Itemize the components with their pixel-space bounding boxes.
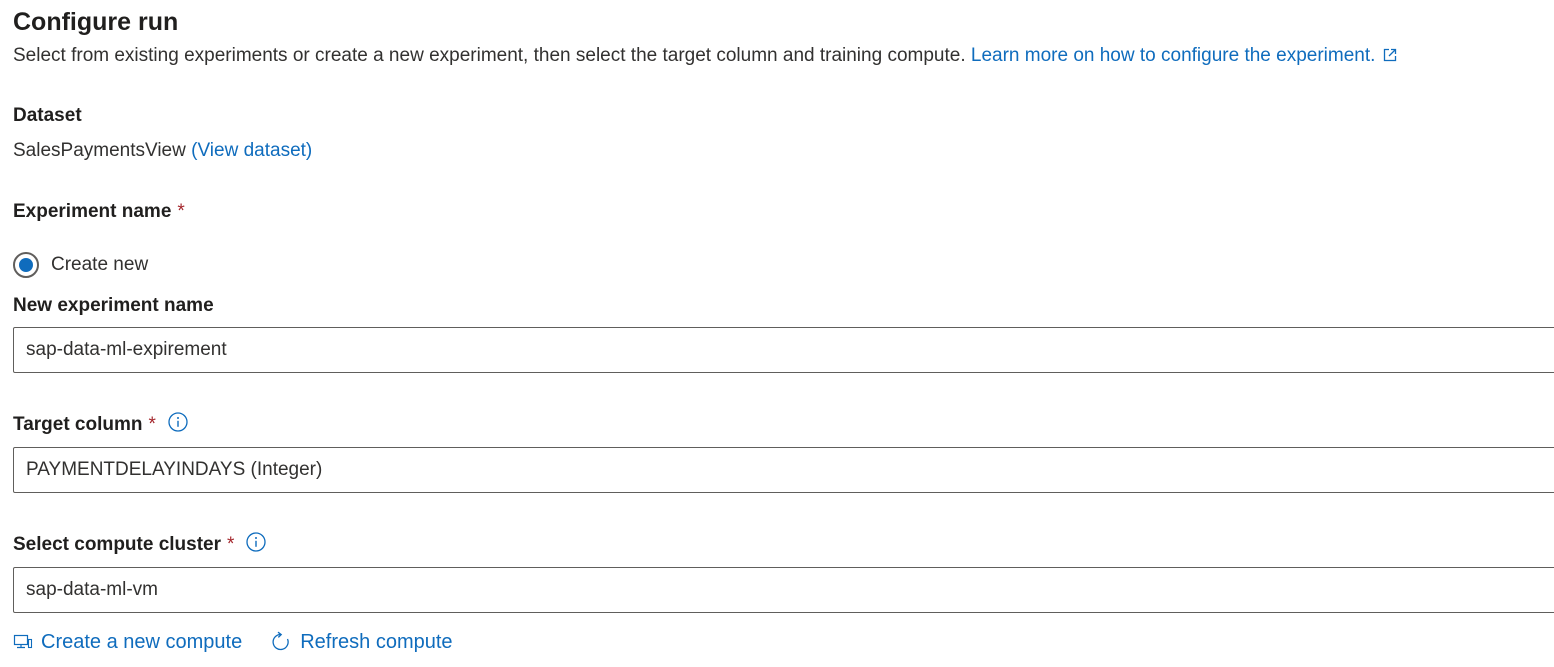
external-link-icon (1384, 48, 1397, 62)
description-text: Select from existing experiments or crea… (13, 45, 966, 66)
learn-more-link[interactable]: Learn more on how to configure the exper… (971, 45, 1398, 66)
experiment-name-label: Experiment name * (13, 201, 185, 223)
create-compute-label: Create a new compute (41, 630, 243, 653)
required-asterisk: * (227, 534, 235, 555)
dataset-label: Dataset (13, 105, 82, 126)
compute-cluster-label-text: Select compute cluster (13, 534, 222, 555)
computer-icon (13, 634, 33, 649)
configure-run-panel: Configure run Select from existing exper… (13, 0, 1554, 667)
experiment-name-label-text: Experiment name (13, 201, 172, 222)
page-title: Configure run (13, 8, 179, 36)
target-column-value: PAYMENTDELAYINDAYS (Integer) (26, 459, 323, 480)
create-compute-button[interactable]: Create a new compute (13, 631, 242, 654)
dataset-value: SalesPaymentsView (View dataset) (13, 140, 312, 162)
compute-cluster-value: sap-data-ml-vm (26, 579, 158, 600)
target-column-label: Target column * (13, 412, 188, 436)
compute-actions: Create a new compute Refresh compute (13, 627, 481, 657)
info-icon[interactable] (168, 412, 188, 432)
refresh-icon (272, 631, 289, 651)
page-description: Select from existing experiments or crea… (13, 45, 1397, 67)
new-experiment-name-input[interactable]: sap-data-ml-expirement (13, 327, 1554, 373)
new-experiment-name-label: New experiment name (13, 295, 214, 316)
radio-button[interactable] (13, 252, 39, 278)
create-new-radio-label: Create new (51, 254, 149, 275)
learn-more-link-text: Learn more on how to configure the exper… (970, 45, 1376, 66)
refresh-compute-button[interactable]: Refresh compute (270, 630, 453, 654)
compute-cluster-label: Select compute cluster * (13, 532, 267, 556)
required-asterisk: * (148, 414, 156, 435)
view-dataset-link[interactable]: (View dataset) (191, 140, 312, 161)
create-new-radio[interactable]: Create new (13, 249, 148, 281)
compute-cluster-dropdown[interactable]: sap-data-ml-vm (13, 567, 1554, 613)
dataset-name: SalesPaymentsView (13, 140, 186, 161)
radio-selected-dot (19, 258, 33, 272)
info-icon[interactable] (246, 532, 267, 552)
target-column-dropdown[interactable]: PAYMENTDELAYINDAYS (Integer) (13, 447, 1554, 493)
new-experiment-name-value: sap-data-ml-expirement (26, 339, 227, 360)
target-column-label-text: Target column (13, 414, 143, 435)
required-asterisk: * (177, 201, 185, 222)
refresh-compute-label: Refresh compute (300, 630, 453, 653)
